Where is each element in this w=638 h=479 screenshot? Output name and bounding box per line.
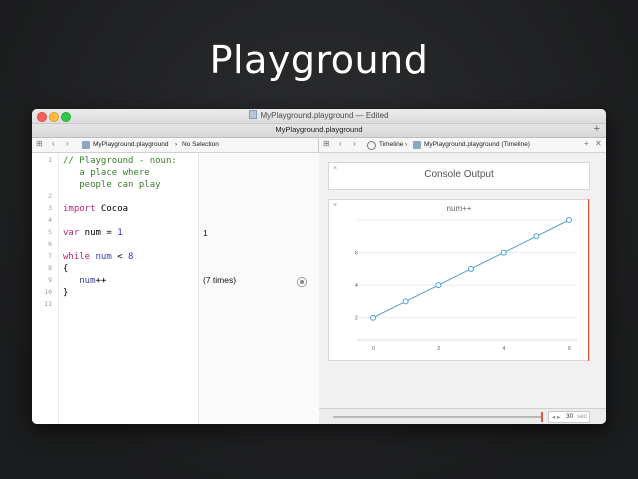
y-tick-label: 4	[355, 283, 358, 289]
back-arrow-icon[interactable]: ‹	[339, 139, 342, 148]
tab-myplayground[interactable]: MyPlayground.playground	[32, 125, 606, 134]
y-tick-label: 6	[355, 251, 358, 257]
code-line[interactable]: num++	[63, 276, 106, 286]
x-tick-label: 4	[503, 346, 506, 352]
line-number: 1	[48, 156, 52, 164]
code-token: num	[95, 252, 112, 262]
slide-title: Playground	[209, 38, 429, 82]
timeline-mode[interactable]: Timeline	[379, 141, 403, 148]
line-number: 6	[48, 240, 52, 248]
y-tick-label: 2	[355, 316, 358, 322]
playground-file-icon	[413, 141, 421, 149]
jump-bar-file[interactable]: MyPlayground.playground	[93, 141, 169, 148]
timeline-file[interactable]: MyPlayground.playground (Timeline)	[424, 141, 530, 148]
close-icon[interactable]: ✕	[595, 139, 602, 148]
forward-arrow-icon[interactable]: ›	[66, 139, 69, 148]
playground-file-icon	[82, 141, 90, 149]
quick-look-icon[interactable]	[297, 277, 307, 287]
code-token: }	[63, 288, 69, 298]
code-line[interactable]: var num = 1	[63, 228, 123, 238]
jump-bar-selection[interactable]: No Selection	[182, 141, 219, 148]
code-token: <	[111, 252, 129, 262]
timeline-scrubber: ◂ ▸ 30 sec	[319, 408, 606, 424]
x-tick-label: 2	[437, 346, 440, 352]
code-token: num =	[79, 228, 118, 238]
window-title-text: MyPlayground.playground — Edited	[260, 111, 389, 120]
add-tab-icon[interactable]: +	[594, 123, 600, 135]
x-tick-label: 6	[568, 346, 571, 352]
line-number: 11	[44, 300, 52, 308]
result-value: (7 times)	[203, 275, 237, 285]
code-line[interactable]: {	[63, 264, 68, 274]
grid-icon[interactable]: ⊞	[36, 139, 43, 148]
code-token: ++	[95, 276, 107, 286]
line-number: 5	[48, 228, 52, 236]
value-history-graph: × num++ 2460246	[328, 199, 590, 361]
result-value: 1	[203, 228, 208, 238]
duration-value: 30	[566, 413, 574, 420]
data-point	[468, 265, 474, 272]
console-output-panel: × Console Output	[328, 162, 590, 190]
editor-jump-bar: ⊞ ‹ › MyPlayground.playground › No Selec…	[32, 138, 318, 153]
timeline-icon	[367, 141, 376, 150]
line-number: 7	[48, 252, 52, 260]
data-point	[533, 233, 540, 240]
code-token: 1	[117, 228, 123, 238]
console-output-title: Console Output	[424, 169, 494, 180]
code-line[interactable]: while num < 8	[63, 252, 133, 262]
line-number: 10	[44, 288, 52, 296]
assistant-jump-bar: ⊞ ‹ › Timeline › MyPlayground.playground…	[319, 138, 606, 153]
xcode-window: MyPlayground.playground — Edited MyPlayg…	[32, 109, 606, 424]
code-token: {	[63, 264, 69, 274]
line-number: 3	[48, 204, 52, 212]
duration-unit: sec	[577, 413, 588, 420]
code-token: people can play	[63, 180, 161, 190]
code-token: var	[63, 228, 80, 238]
add-icon[interactable]: +	[584, 139, 589, 148]
jump-bar-separator: ›	[175, 141, 178, 148]
title-bar: MyPlayground.playground — Edited	[32, 109, 606, 124]
data-point	[435, 282, 442, 289]
line-number-gutter: 1 2 3 4 5 6 7 8 9 10 11	[32, 153, 59, 424]
playground-file-icon	[249, 110, 258, 119]
data-point	[402, 298, 409, 305]
code-line[interactable]: people can play	[63, 180, 161, 190]
code-line[interactable]: }	[63, 288, 68, 298]
jump-bar-separator: ›	[405, 141, 408, 148]
code-line[interactable]: // Playground - noun:	[63, 156, 177, 166]
line-number: 8	[48, 264, 52, 272]
code-token: 8	[128, 252, 134, 262]
forward-arrow-icon[interactable]: ›	[353, 139, 356, 148]
x-tick-label: 0	[372, 346, 375, 352]
data-point	[566, 217, 572, 223]
grid-icon[interactable]: ⊞	[323, 139, 330, 148]
line-chart: 2 4 6 0 2 4 6	[355, 217, 577, 352]
line-number: 2	[48, 192, 52, 200]
code-token: import	[63, 204, 96, 214]
code-token: while	[63, 252, 91, 262]
code-line[interactable]: import Cocoa	[63, 204, 128, 214]
window-title: MyPlayground.playground — Edited	[32, 110, 606, 120]
stepper-icon[interactable]: ◂ ▸	[552, 413, 560, 421]
data-point	[500, 249, 507, 256]
code-token: num	[79, 276, 96, 286]
scrubber-track[interactable]	[333, 416, 543, 418]
code-token: Cocoa	[95, 204, 129, 214]
code-token: a place where	[63, 168, 150, 178]
scrubber-thumb[interactable]	[541, 412, 543, 422]
back-arrow-icon[interactable]: ‹	[52, 139, 55, 148]
results-sidebar: 1 (7 times)	[198, 153, 319, 424]
data-point	[370, 314, 376, 321]
duration-field[interactable]: ◂ ▸ 30 sec	[548, 411, 590, 423]
timeline-position-marker	[588, 199, 589, 361]
line-number: 4	[48, 216, 52, 224]
line-number: 9	[48, 276, 52, 284]
tab-bar: MyPlayground.playground +	[32, 123, 606, 138]
code-token: // Playground - noun:	[63, 156, 177, 166]
code-line[interactable]: a place where	[63, 168, 150, 178]
